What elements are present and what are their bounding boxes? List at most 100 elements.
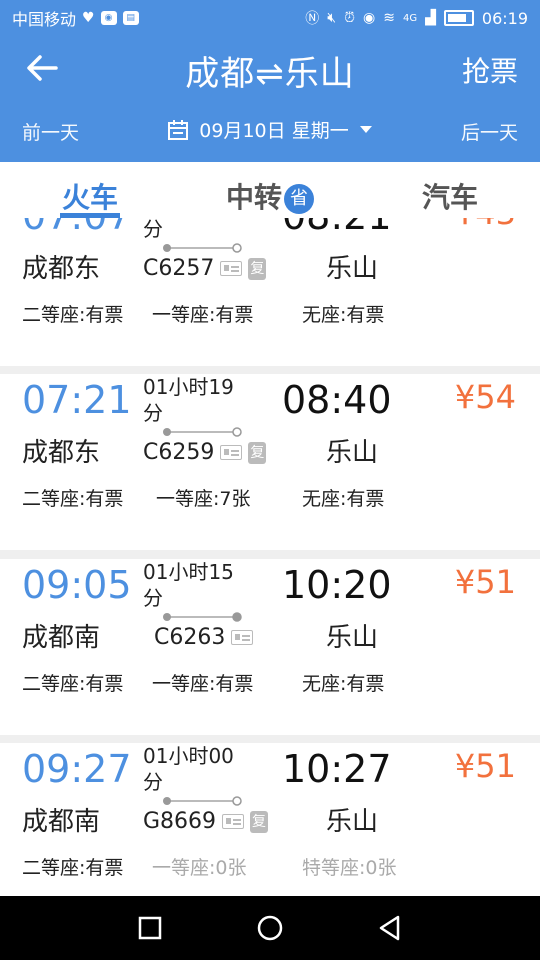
train-card[interactable]: 07:07 01小时14分 08:21 ¥43 成都东 C6257 复 乐山 二… bbox=[0, 218, 540, 366]
train-card[interactable]: 07:21 01小时19 分 08:40 ¥54 成都东 C6259 复 乐山 二… bbox=[0, 374, 540, 550]
ticket-price: ¥43 bbox=[455, 218, 516, 232]
train-number: C6263 bbox=[154, 625, 226, 650]
arrival-time: 10:20 bbox=[282, 563, 392, 607]
train-number-row: C6259 复 bbox=[143, 440, 267, 465]
route-title: 成都⇌乐山 bbox=[185, 54, 355, 94]
seat-status: 一等座:有票 bbox=[152, 304, 254, 326]
seat-status: 无座:有票 bbox=[302, 304, 385, 326]
departure-time: 09:05 bbox=[22, 563, 132, 607]
fu-icon: 复 bbox=[248, 257, 267, 280]
eye-icon: ◉ bbox=[363, 10, 376, 26]
id-card-icon bbox=[220, 445, 243, 460]
duration-unit: 分 bbox=[143, 770, 163, 794]
wifi-icon: ≋ bbox=[383, 10, 395, 26]
duration-unit: 分 bbox=[143, 401, 163, 425]
duration-unit: 分 bbox=[143, 218, 163, 241]
seat-status: 二等座:有票 bbox=[22, 488, 124, 510]
grab-ticket-button[interactable]: 抢票 bbox=[462, 50, 518, 90]
train-card[interactable]: 09:27 01小时00 分 10:27 ¥51 成都南 G8669 复 乐山 二… bbox=[0, 743, 540, 896]
seat-status: 特等座:0张 bbox=[302, 857, 397, 879]
battery-icon bbox=[443, 10, 474, 26]
carrier-name: 中国移动 bbox=[12, 10, 77, 29]
back-triangle-icon[interactable] bbox=[376, 914, 404, 942]
mute-icon: 🔇︎ bbox=[327, 10, 337, 26]
signal-type: 4G bbox=[402, 12, 418, 24]
duration-hours: 01小时19 bbox=[143, 375, 234, 399]
seat-status: 二等座:有票 bbox=[22, 857, 124, 879]
alarm-icon: ⏰︎ bbox=[344, 10, 356, 26]
train-card[interactable]: 09:05 01小时15 分 10:20 ¥51 成都南 C6263 乐山 二等座… bbox=[0, 559, 540, 735]
fu-icon: 复 bbox=[248, 441, 267, 464]
departure-station: 成都东 bbox=[22, 438, 101, 468]
route-line-icon bbox=[163, 612, 242, 622]
duration-hours: 01小时15 bbox=[143, 560, 234, 584]
ticket-price: ¥51 bbox=[454, 563, 516, 601]
train-number: C6259 bbox=[143, 440, 215, 465]
departure-time: 07:07 bbox=[22, 218, 132, 238]
departure-time: 09:27 bbox=[22, 747, 132, 791]
train-number-row: C6257 复 bbox=[143, 256, 267, 281]
seat-status: 无座:有票 bbox=[302, 488, 385, 510]
seat-status: 二等座:有票 bbox=[22, 304, 124, 326]
next-day-button[interactable]: 后一天 bbox=[461, 118, 518, 145]
tab-label: 汽车 bbox=[421, 181, 478, 214]
system-nav-bar bbox=[0, 896, 540, 960]
dropdown-triangle-icon bbox=[359, 125, 372, 133]
arrival-time: 08:21 bbox=[282, 218, 392, 238]
ticket-price: ¥54 bbox=[454, 378, 516, 416]
signal-icon: ▟ bbox=[425, 10, 436, 26]
id-card-icon bbox=[220, 261, 243, 276]
seat-status: 一等座:7张 bbox=[156, 488, 251, 510]
app-notification-icon: ◉ bbox=[100, 11, 117, 25]
arrival-station: 乐山 bbox=[326, 623, 379, 653]
arrival-time: 08:40 bbox=[282, 378, 392, 422]
date-selector[interactable]: 09月10日 星期一 bbox=[0, 116, 540, 143]
train-number: C6257 bbox=[143, 256, 215, 281]
train-number-row: C6263 bbox=[154, 625, 254, 650]
route-line-icon bbox=[163, 796, 242, 806]
header: 成都⇌乐山 抢票 前一天 09月10日 星期一 后一天 bbox=[0, 36, 540, 162]
tab-transfer[interactable]: 中转省 bbox=[180, 162, 360, 218]
arrival-time: 10:27 bbox=[282, 747, 392, 791]
fu-icon: 复 bbox=[250, 810, 269, 833]
tab-label: 火车 bbox=[61, 181, 118, 214]
duration-hours: 01小时00 bbox=[143, 744, 234, 768]
arrival-station: 乐山 bbox=[326, 807, 379, 837]
date-label: 09月10日 星期一 bbox=[199, 120, 349, 142]
calendar-icon bbox=[168, 119, 189, 140]
route-line-icon bbox=[163, 427, 242, 437]
province-badge: 省 bbox=[284, 184, 314, 214]
message-notification-icon: ▤ bbox=[122, 11, 139, 25]
id-card-icon bbox=[231, 630, 254, 645]
tab-train[interactable]: 火车 bbox=[0, 162, 180, 218]
recent-apps-icon[interactable] bbox=[136, 914, 164, 942]
departure-station: 成都南 bbox=[22, 807, 101, 837]
id-card-icon bbox=[222, 814, 245, 829]
departure-time: 07:21 bbox=[22, 378, 132, 422]
route-line-icon bbox=[163, 243, 242, 253]
ticket-price: ¥51 bbox=[454, 747, 516, 785]
tab-bus[interactable]: 汽车 bbox=[360, 162, 540, 218]
mode-tabs: 火车 中转省 汽车 bbox=[0, 162, 540, 218]
duration: 01小时15 分 bbox=[143, 559, 263, 611]
home-icon[interactable] bbox=[256, 914, 284, 942]
departure-station: 成都南 bbox=[22, 623, 101, 653]
tab-label: 中转 bbox=[225, 181, 282, 214]
duration: 01小时14分 bbox=[143, 218, 263, 242]
duration: 01小时00 分 bbox=[143, 743, 263, 795]
train-number: G8669 bbox=[143, 809, 217, 834]
departure-station: 成都东 bbox=[22, 254, 101, 284]
train-list[interactable]: 07:07 01小时14分 08:21 ¥43 成都东 C6257 复 乐山 二… bbox=[0, 218, 540, 896]
status-time: 06:19 bbox=[481, 8, 528, 28]
status-bar: 中国移动 ♥ ◉ ▤ Ⓝ 🔇︎ ⏰︎ ◉ ≋ 4G ▟ 06:19 bbox=[0, 0, 540, 36]
arrival-station: 乐山 bbox=[326, 438, 379, 468]
seat-status: 二等座:有票 bbox=[22, 673, 124, 695]
seat-status: 无座:有票 bbox=[302, 673, 385, 695]
arrival-station: 乐山 bbox=[326, 254, 379, 284]
seat-status: 一等座:0张 bbox=[152, 857, 247, 879]
heart-icon: ♥ bbox=[82, 10, 95, 26]
train-number-row: G8669 复 bbox=[143, 809, 269, 834]
duration: 01小时19 分 bbox=[143, 374, 263, 426]
duration-unit: 分 bbox=[143, 586, 163, 610]
seat-status: 一等座:有票 bbox=[152, 673, 254, 695]
